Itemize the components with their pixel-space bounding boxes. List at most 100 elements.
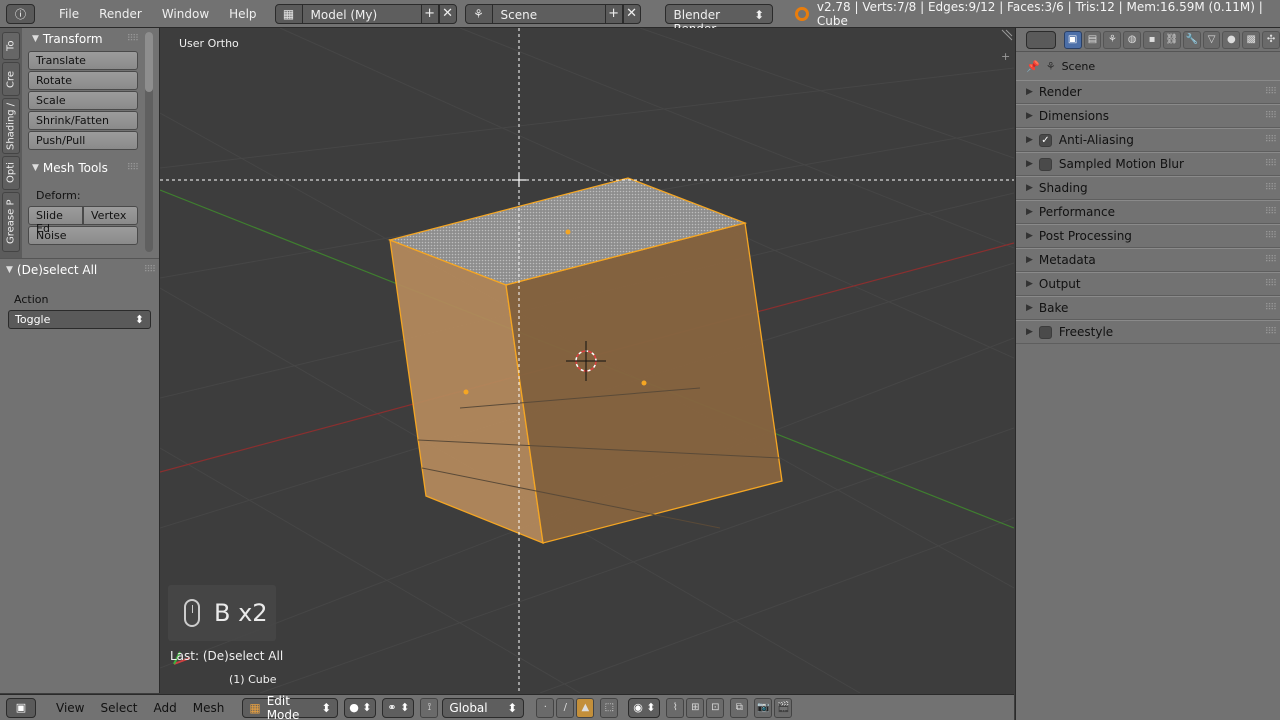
slide-edge-button[interactable]: Slide Ed: [28, 206, 83, 235]
face-select-icon[interactable]: ▲: [576, 697, 595, 718]
drag-handle-icon[interactable]: ⠿⠿: [1265, 303, 1280, 313]
menu-window[interactable]: Window: [152, 7, 219, 21]
translate-button[interactable]: Translate: [28, 51, 138, 70]
metadata-panel[interactable]: ▶ Metadata ⠿⠿: [1016, 248, 1280, 272]
drag-handle-icon[interactable]: ⠿⠿: [144, 265, 159, 275]
drag-handle-icon[interactable]: ⠿⠿: [1265, 279, 1280, 289]
redo-panel-header[interactable]: ▼ (De)select All ⠿⠿: [0, 259, 159, 281]
snap-target-icon[interactable]: ⊡: [706, 697, 725, 718]
world-context-icon[interactable]: ◍: [1123, 30, 1142, 49]
render-panel[interactable]: ▶ Render ⠿⠿: [1016, 80, 1280, 104]
freestyle-panel[interactable]: ▶ Freestyle ⠿⠿: [1016, 320, 1280, 344]
tab-options[interactable]: Opti: [2, 156, 20, 190]
drag-handle-icon[interactable]: ⠿⠿: [1265, 207, 1280, 217]
3d-viewport[interactable]: + User Ortho B x2 Last: (De)select All (…: [160, 28, 1014, 693]
scene-context-icon[interactable]: ⚘: [1103, 30, 1122, 49]
dropdown-arrows-icon: ⬍: [134, 313, 144, 326]
motion-blur-checkbox[interactable]: [1038, 157, 1052, 171]
transform-orientation-dropdown[interactable]: Global ⬍: [442, 697, 525, 718]
freestyle-checkbox[interactable]: [1038, 325, 1052, 339]
drag-handle-icon[interactable]: ⠿⠿: [127, 163, 142, 173]
shading-panel[interactable]: ▶ Shading ⠿⠿: [1016, 176, 1280, 200]
add-scene-icon[interactable]: +: [604, 3, 623, 24]
anti-aliasing-panel[interactable]: ▶ ✓ Anti-Aliasing ⠿⠿: [1016, 128, 1280, 152]
rotate-button[interactable]: Rotate: [28, 71, 138, 90]
texture-context-icon[interactable]: ▩: [1242, 30, 1261, 49]
pivot-point-dropdown[interactable]: ⚭ ⬍: [382, 697, 415, 718]
drag-handle-icon[interactable]: ⠿⠿: [1265, 87, 1280, 97]
scale-button[interactable]: Scale: [28, 91, 138, 110]
screen-layout-name[interactable]: Model (My): [302, 3, 421, 24]
view-split-corner-icon[interactable]: [1001, 29, 1013, 41]
menu-help[interactable]: Help: [219, 7, 266, 21]
snap-toggle-icon[interactable]: ⌇: [666, 697, 685, 718]
shrink-fatten-button[interactable]: Shrink/Fatten: [28, 111, 138, 130]
proportional-editing-dropdown[interactable]: ◉ ⬍: [628, 697, 661, 718]
drag-handle-icon[interactable]: ⠿⠿: [1265, 111, 1280, 121]
tab-shading-uvs[interactable]: Shading /: [2, 98, 20, 154]
transform-panel-header[interactable]: ▼ Transform ⠿⠿: [24, 28, 142, 50]
render-layers-icon[interactable]: ▤: [1083, 30, 1102, 49]
action-dropdown[interactable]: Toggle ⬍: [8, 310, 151, 329]
object-context-icon[interactable]: ▪: [1143, 30, 1161, 49]
drag-handle-icon[interactable]: ⠿⠿: [1265, 327, 1280, 337]
render-engine-dropdown[interactable]: Blender Render ⬍: [664, 3, 774, 36]
snap-element-icon[interactable]: ⊞: [686, 697, 705, 718]
info-editor-type-button[interactable]: ⓘ: [6, 3, 35, 24]
properties-editor-type-button[interactable]: [1026, 30, 1056, 49]
vertex-slide-button[interactable]: Vertex: [83, 206, 138, 225]
dimensions-panel[interactable]: ▶ Dimensions ⠿⠿: [1016, 104, 1280, 128]
menu-view[interactable]: View: [48, 701, 92, 715]
menu-select[interactable]: Select: [92, 701, 145, 715]
menu-mesh[interactable]: Mesh: [185, 701, 233, 715]
tab-create[interactable]: Cre: [2, 62, 20, 96]
vertex-select-icon[interactable]: ·: [536, 697, 555, 718]
manipulator-toggle-icon[interactable]: ⟟: [420, 697, 439, 718]
edge-select-icon[interactable]: /: [556, 697, 575, 718]
menu-render[interactable]: Render: [89, 7, 152, 21]
material-context-icon[interactable]: ●: [1222, 30, 1241, 49]
constraints-context-icon[interactable]: ⛓: [1162, 30, 1181, 49]
menu-add[interactable]: Add: [146, 701, 185, 715]
bake-panel[interactable]: ▶ Bake ⠿⠿: [1016, 296, 1280, 320]
render-context-camera-icon[interactable]: ▣: [1063, 30, 1082, 49]
drag-handle-icon[interactable]: ⠿⠿: [1265, 183, 1280, 193]
performance-panel[interactable]: ▶ Performance ⠿⠿: [1016, 200, 1280, 224]
push-pull-button[interactable]: Push/Pull: [28, 131, 138, 150]
scene-icon[interactable]: ⚘: [464, 3, 493, 24]
drag-handle-icon[interactable]: ⠿⠿: [1265, 135, 1280, 145]
limit-selection-icon[interactable]: ⬚: [600, 697, 619, 718]
opengl-render-image-icon[interactable]: 📷: [754, 697, 773, 718]
post-processing-panel[interactable]: ▶ Post Processing ⠿⠿: [1016, 224, 1280, 248]
copy-layers-icon[interactable]: ⧉: [730, 697, 749, 718]
viewport-canvas[interactable]: +: [160, 28, 1014, 693]
mesh-tools-panel-header[interactable]: ▼ Mesh Tools ⠿⠿: [24, 157, 142, 179]
tab-tools[interactable]: To: [2, 32, 20, 60]
pin-icon[interactable]: 📌: [1026, 60, 1040, 73]
view3d-editor-type-button[interactable]: ▣: [6, 697, 36, 718]
output-panel[interactable]: ▶ Output ⠿⠿: [1016, 272, 1280, 296]
viewport-shading-dropdown[interactable]: ● ⬍: [344, 697, 377, 718]
drag-handle-icon[interactable]: ⠿⠿: [127, 34, 142, 44]
modifiers-context-icon[interactable]: 🔧: [1182, 30, 1201, 49]
drag-handle-icon[interactable]: ⠿⠿: [1265, 159, 1280, 169]
scene-name[interactable]: Scene: [492, 3, 605, 24]
tab-grease-pencil[interactable]: Grease P: [2, 192, 20, 252]
anti-aliasing-checkbox[interactable]: ✓: [1038, 133, 1052, 147]
remove-scene-icon[interactable]: ✕: [622, 3, 641, 24]
scrollbar-thumb[interactable]: [145, 32, 153, 92]
region-plus-icon[interactable]: +: [1001, 50, 1010, 63]
drag-handle-icon[interactable]: ⠿⠿: [1265, 255, 1280, 265]
menu-file[interactable]: File: [49, 7, 89, 21]
tool-shelf-scrollbar[interactable]: [145, 32, 153, 252]
layout-grid-icon[interactable]: ▦: [274, 3, 303, 24]
remove-layout-icon[interactable]: ✕: [438, 3, 457, 24]
add-layout-icon[interactable]: +: [420, 3, 439, 24]
drag-handle-icon[interactable]: ⠿⠿: [1265, 231, 1280, 241]
data-context-icon[interactable]: ▽: [1202, 30, 1221, 49]
particles-context-icon[interactable]: ✣: [1262, 30, 1280, 49]
motion-blur-panel[interactable]: ▶ Sampled Motion Blur ⠿⠿: [1016, 152, 1280, 176]
opengl-render-animation-icon[interactable]: 🎬: [774, 697, 793, 718]
noise-button[interactable]: Noise: [28, 226, 138, 245]
interaction-mode-dropdown[interactable]: ▦ Edit Mode ⬍: [242, 694, 339, 720]
